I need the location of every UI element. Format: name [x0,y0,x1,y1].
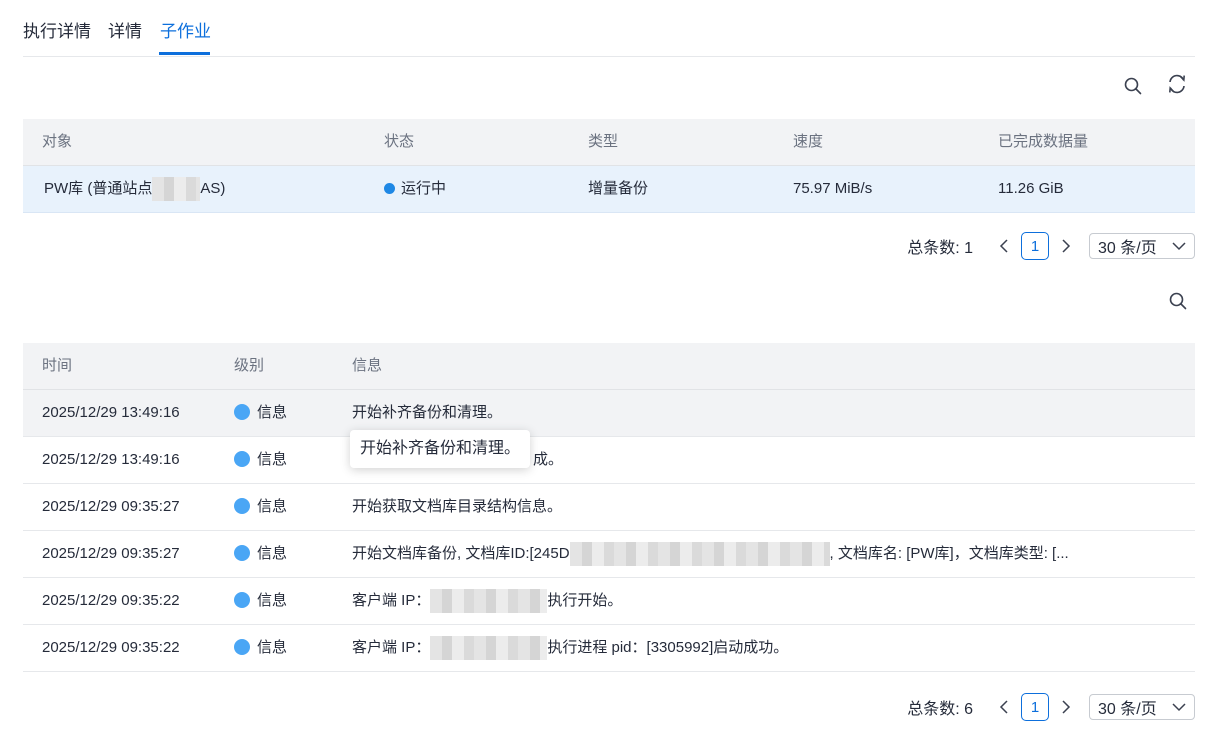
log-message: 开始获取文档库目录结构信息。 [352,498,563,515]
tab-subjobs[interactable]: 子作业 [160,21,211,43]
table-row[interactable]: 2025/12/29 13:49:16 信息 开始补齐备份和清理。 [23,390,1195,437]
column-done: 已完成数据量 [998,133,1089,150]
message-tooltip: 开始补齐备份和清理。 [350,430,531,468]
page-size-select[interactable]: 30 条/页 [1089,233,1195,259]
log-level: 信息 [234,625,287,671]
column-message: 信息 [352,357,383,374]
column-time: 时间 [42,357,73,374]
redacted-ip [430,589,548,614]
jobs-pagination: 总条数: 1 1 30 条/页 [907,232,1195,260]
log-level: 信息 [234,437,287,483]
tab-bar: 执行详情 详情 子作业 [23,0,1195,57]
table-row[interactable]: PW库 (普通站点 AS) 运行中 增量备份 75.97 MiB/s 11.26 … [23,166,1195,213]
table-row[interactable]: 2025/12/29 13:49:16 信息 成。 [23,437,1195,484]
table-row[interactable]: 2025/12/29 09:35:27 信息 开始文档库备份, 文档库ID:[2… [23,531,1195,578]
chevron-left-icon[interactable] [995,232,1013,260]
page-number[interactable]: 1 [1021,232,1049,260]
redacted-text [152,177,201,202]
refresh-icon[interactable] [1166,73,1188,95]
column-object: 对象 [42,133,73,150]
tab-details[interactable]: 详情 [108,21,142,43]
column-status: 状态 [384,133,415,150]
chevron-right-icon[interactable] [1057,232,1075,260]
total-count: 总条数: 1 [907,240,973,257]
log-message: 客户端 IP： 执行进程 pid：[3305992]启动成功。 [352,625,788,671]
info-icon [234,639,250,655]
job-done-size: 11.26 GiB [998,180,1064,197]
status-running-icon [384,183,395,194]
active-tab-indicator [159,52,210,55]
job-type: 增量备份 [588,180,649,197]
info-icon [234,404,250,420]
log-level: 信息 [234,531,287,577]
jobs-table-header: 对象 状态 类型 速度 已完成数据量 [23,119,1195,166]
chevron-down-icon [1172,242,1186,251]
page-size-select[interactable]: 30 条/页 [1089,694,1195,720]
tab-execution-details[interactable]: 执行详情 [23,21,91,43]
chevron-down-icon [1172,703,1186,712]
log-table-header: 时间 级别 信息 [23,343,1195,390]
log-time: 2025/12/29 09:35:22 [42,639,180,656]
redacted-text [569,542,830,567]
job-object: PW库 (普通站点 AS) [44,166,225,212]
log-time: 2025/12/29 13:49:16 [42,404,180,421]
table-row[interactable]: 2025/12/29 09:35:22 信息 客户端 IP： 执行进程 pid：[… [23,625,1195,672]
log-level: 信息 [234,484,287,530]
redacted-ip [430,636,548,661]
column-level: 级别 [234,357,265,374]
log-time: 2025/12/29 09:35:27 [42,498,180,515]
column-speed: 速度 [793,133,824,150]
log-pagination: 总条数: 6 1 30 条/页 [907,693,1195,721]
log-message: 成。 [533,451,564,468]
log-time: 2025/12/29 09:35:22 [42,592,180,609]
info-icon [234,451,250,467]
table-row[interactable]: 2025/12/29 09:35:22 信息 客户端 IP： 执行开始。 [23,578,1195,625]
search-icon[interactable] [1167,290,1189,312]
job-speed: 75.97 MiB/s [793,180,873,197]
chevron-right-icon[interactable] [1057,693,1075,721]
job-status: 运行中 [384,166,446,212]
chevron-left-icon[interactable] [995,693,1013,721]
search-icon[interactable] [1122,75,1144,97]
info-icon [234,545,250,561]
page-number[interactable]: 1 [1021,693,1049,721]
log-time: 2025/12/29 13:49:16 [42,451,180,468]
table-row[interactable]: 2025/12/29 09:35:27 信息 开始获取文档库目录结构信息。 [23,484,1195,531]
column-type: 类型 [588,133,619,150]
log-message: 客户端 IP： 执行开始。 [352,578,622,624]
info-icon [234,592,250,608]
log-message: 开始文档库备份, 文档库ID:[245D, 文档库名: [PW库]，文档库类型:… [352,531,1069,577]
log-level: 信息 [234,578,287,624]
info-icon [234,498,250,514]
log-time: 2025/12/29 09:35:27 [42,545,180,562]
log-level: 信息 [234,390,287,436]
total-count: 总条数: 6 [907,701,973,718]
